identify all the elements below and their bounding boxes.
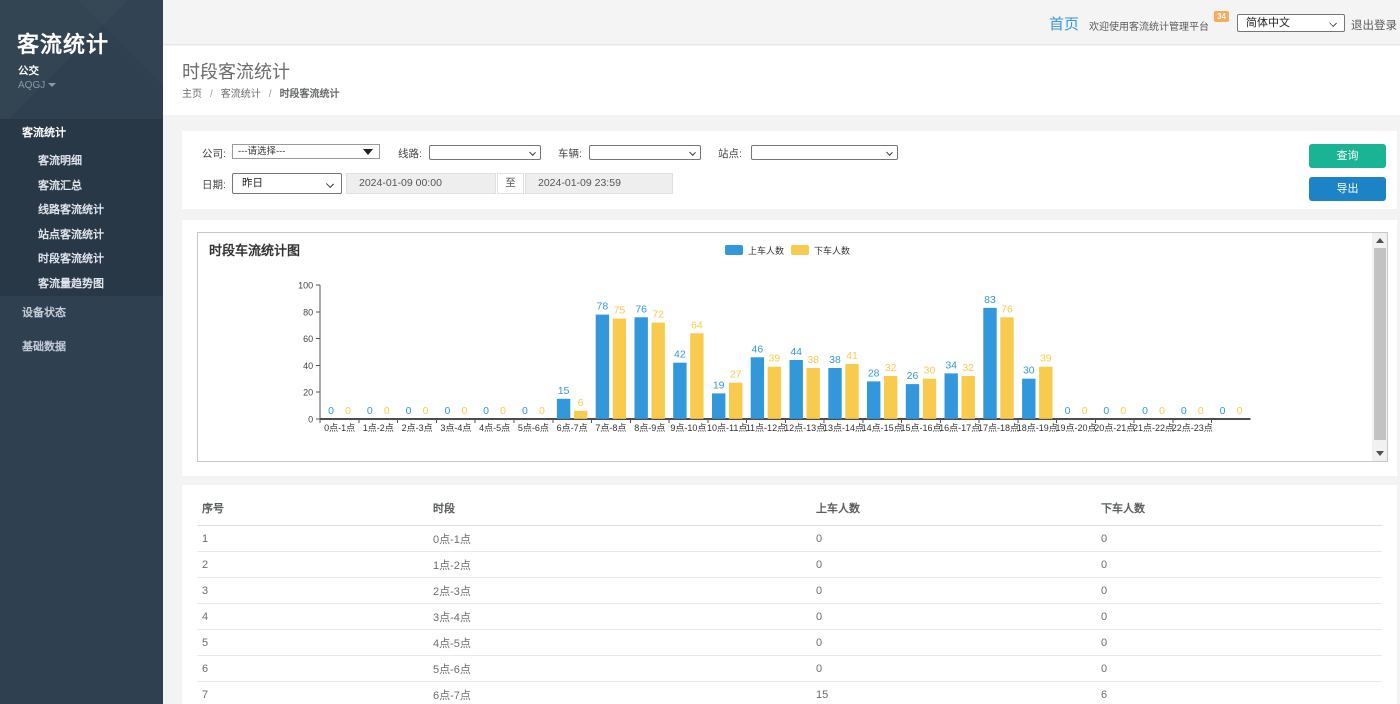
- svg-text:0: 0: [461, 405, 467, 417]
- svg-text:7点-8点: 7点-8点: [595, 423, 626, 433]
- svg-text:0: 0: [1142, 405, 1148, 417]
- svg-text:30: 30: [924, 365, 936, 377]
- svg-text:20: 20: [303, 388, 313, 398]
- svg-text:0: 0: [423, 405, 429, 417]
- svg-text:0: 0: [1181, 405, 1187, 417]
- svg-text:38: 38: [829, 354, 841, 366]
- svg-text:14点-15点: 14点-15点: [862, 423, 903, 433]
- svg-text:28: 28: [868, 367, 880, 379]
- svg-text:17点-18点: 17点-18点: [978, 423, 1019, 433]
- svg-text:0: 0: [1103, 405, 1109, 417]
- svg-text:6: 6: [578, 397, 584, 409]
- svg-text:21点-22点: 21点-22点: [1133, 423, 1174, 433]
- svg-text:0: 0: [483, 405, 489, 417]
- svg-text:78: 78: [597, 301, 609, 313]
- svg-text:6点-7点: 6点-7点: [557, 423, 588, 433]
- svg-text:10点-11点: 10点-11点: [707, 423, 747, 433]
- svg-text:46: 46: [752, 343, 764, 355]
- svg-text:0: 0: [1120, 405, 1126, 417]
- svg-text:0: 0: [1237, 405, 1243, 417]
- svg-text:2点-3点: 2点-3点: [402, 423, 433, 433]
- svg-text:0: 0: [328, 405, 334, 417]
- svg-text:32: 32: [885, 362, 897, 374]
- svg-text:26: 26: [907, 370, 919, 382]
- svg-text:76: 76: [635, 303, 647, 315]
- svg-text:0: 0: [345, 405, 351, 417]
- svg-text:下车人数: 下车人数: [814, 245, 850, 256]
- svg-text:0: 0: [500, 405, 506, 417]
- svg-text:16点-17点: 16点-17点: [939, 423, 980, 433]
- svg-text:64: 64: [691, 319, 703, 331]
- svg-text:0: 0: [1220, 405, 1226, 417]
- svg-text:0: 0: [1065, 405, 1071, 417]
- svg-text:76: 76: [1001, 303, 1013, 315]
- svg-text:12点-13点: 12点-13点: [784, 423, 825, 433]
- svg-text:8点-9点: 8点-9点: [634, 423, 665, 433]
- svg-text:0: 0: [444, 405, 450, 417]
- svg-text:38: 38: [807, 354, 819, 366]
- svg-text:100: 100: [298, 281, 313, 291]
- svg-text:40: 40: [303, 361, 313, 371]
- svg-text:时段车流统计图: 时段车流统计图: [209, 243, 300, 258]
- svg-text:44: 44: [790, 346, 802, 358]
- svg-text:19点-20点: 19点-20点: [1055, 423, 1096, 433]
- svg-text:13点-14点: 13点-14点: [823, 423, 864, 433]
- svg-text:72: 72: [652, 309, 664, 321]
- svg-text:34: 34: [945, 359, 957, 371]
- svg-text:41: 41: [846, 350, 858, 362]
- svg-text:60: 60: [303, 334, 313, 344]
- svg-text:22点-23点: 22点-23点: [1172, 423, 1213, 433]
- svg-text:11点-12点: 11点-12点: [746, 423, 786, 433]
- svg-text:0: 0: [1198, 405, 1204, 417]
- svg-text:0: 0: [367, 405, 373, 417]
- svg-text:20点-21点: 20点-21点: [1094, 423, 1135, 433]
- svg-text:18点-19点: 18点-19点: [1017, 423, 1058, 433]
- svg-text:75: 75: [614, 305, 626, 317]
- svg-text:30: 30: [1023, 365, 1035, 377]
- svg-text:80: 80: [303, 307, 313, 317]
- svg-text:3点-4点: 3点-4点: [440, 423, 471, 433]
- svg-text:27: 27: [730, 369, 742, 381]
- svg-text:19: 19: [713, 379, 725, 391]
- svg-text:0: 0: [384, 405, 390, 417]
- svg-text:0点-1点: 0点-1点: [324, 423, 355, 433]
- svg-text:42: 42: [674, 349, 686, 361]
- svg-text:83: 83: [984, 294, 996, 306]
- svg-text:0: 0: [406, 405, 412, 417]
- svg-text:15点-16点: 15点-16点: [900, 423, 941, 433]
- svg-text:0: 0: [539, 405, 545, 417]
- svg-text:4点-5点: 4点-5点: [479, 423, 510, 433]
- svg-text:5点-6点: 5点-6点: [518, 423, 549, 433]
- svg-text:39: 39: [1040, 353, 1052, 365]
- svg-text:0: 0: [522, 405, 528, 417]
- svg-text:0: 0: [1159, 405, 1165, 417]
- svg-text:0: 0: [1082, 405, 1088, 417]
- svg-text:9点-10点: 9点-10点: [670, 423, 706, 433]
- svg-text:39: 39: [769, 353, 781, 365]
- svg-text:上车人数: 上车人数: [748, 245, 784, 256]
- svg-text:1点-2点: 1点-2点: [363, 423, 394, 433]
- svg-text:0: 0: [308, 414, 313, 424]
- svg-text:32: 32: [962, 362, 974, 374]
- svg-text:15: 15: [558, 385, 570, 397]
